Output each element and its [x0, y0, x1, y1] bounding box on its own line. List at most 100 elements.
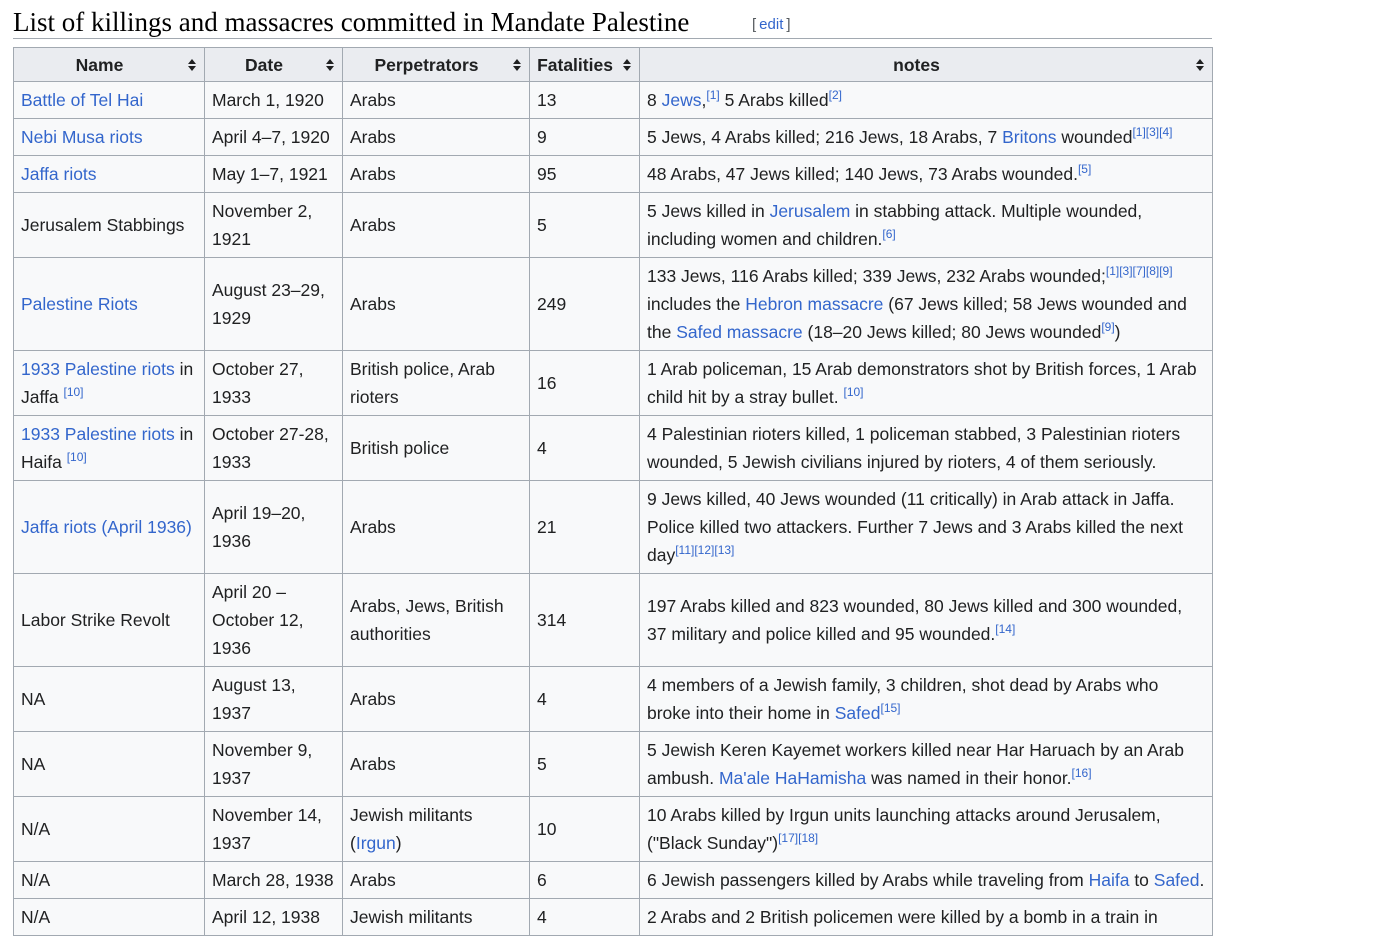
cell-text: 249 [537, 294, 567, 314]
table-row: Jerusalem Stabbings November 2, 1921 Arabs… [13, 192, 1213, 258]
citation-link[interactable]: [15] [880, 701, 900, 715]
table-row: Palestine Riots August 23–29, 1929 Arabs 24… [13, 257, 1213, 351]
cell-text: to [1129, 870, 1154, 890]
sort-icon[interactable] [513, 59, 521, 71]
wiki-link[interactable]: Hebron massacre [745, 294, 883, 314]
wiki-link[interactable]: Jews [662, 90, 702, 110]
header-row: Name Date Perpetrators Fatalities notes [13, 47, 1213, 82]
cell-text: 1 Arab policeman, 15 Arab demonstrators … [647, 359, 1197, 407]
perpetrators-cell: Arabs [342, 118, 530, 156]
fatalities-cell: 4 [529, 415, 640, 481]
table-row: N/A March 28, 1938 Arabs 6 6 Jewish passenge… [13, 861, 1213, 899]
column-header-name[interactable]: Name [13, 47, 205, 82]
edit-link[interactable]: edit [759, 16, 783, 33]
wiki-link[interactable]: Palestine Riots [21, 294, 138, 314]
wiki-link[interactable]: Jaffa riots (April 1936) [21, 517, 192, 537]
cell-text: 5 [537, 754, 547, 774]
notes-cell: 5 Jewish Keren Kayemet workers killed ne… [639, 731, 1213, 797]
cell-text: NA [21, 754, 46, 774]
notes-cell: 8 Jews,[1] 5 Arabs killed[2] [639, 81, 1213, 119]
column-header-notes[interactable]: notes [639, 47, 1213, 82]
cell-text: Arabs [350, 127, 396, 147]
date-cell: March 1, 1920 [204, 81, 343, 119]
perpetrators-cell: Arabs [342, 155, 530, 193]
citation: [9] [1101, 320, 1114, 334]
citation-link[interactable]: [17][18] [778, 831, 818, 845]
wiki-link[interactable]: Jerusalem [770, 201, 851, 221]
fatalities-cell: 21 [529, 480, 640, 574]
sort-icon[interactable] [1196, 59, 1204, 71]
citation-link[interactable]: [14] [995, 622, 1015, 636]
cell-text: 5 Jews killed in [647, 201, 770, 221]
wiki-link[interactable]: Haifa [1089, 870, 1130, 890]
name-cell: NA [13, 731, 205, 797]
column-header-perpetrators[interactable]: Perpetrators [342, 47, 530, 82]
citation-link[interactable]: [2] [829, 88, 842, 102]
cell-text: August 23–29, 1929 [212, 280, 325, 328]
wiki-link[interactable]: Jaffa riots [21, 164, 97, 184]
citation-link[interactable]: [16] [1072, 766, 1092, 780]
cell-text: NA [21, 689, 46, 709]
citation-link[interactable]: [5] [1078, 162, 1091, 176]
wiki-link[interactable]: Irgun [356, 833, 396, 853]
citation-link[interactable]: [1][3][4] [1132, 125, 1172, 139]
cell-text: Arabs [350, 689, 396, 709]
column-header-fatalities[interactable]: Fatalities [529, 47, 640, 82]
cell-text: 10 [537, 819, 557, 839]
citation: [14] [995, 622, 1015, 636]
table-row: N/A November 14, 1937 Jewish militants (Ir… [13, 796, 1213, 862]
cell-text: Arabs [350, 164, 396, 184]
wiki-link[interactable]: 1933 Palestine riots [21, 424, 175, 444]
date-cell: November 9, 1937 [204, 731, 343, 797]
wiki-link[interactable]: Nebi Musa riots [21, 127, 143, 147]
perpetrators-cell: Arabs [342, 861, 530, 899]
cell-text: 9 [537, 127, 547, 147]
cell-text: 133 Jews, 116 Arabs killed; 339 Jews, 23… [647, 266, 1106, 286]
citation-link[interactable]: [6] [882, 227, 895, 241]
wiki-link[interactable]: Ma'ale HaHamisha [719, 768, 866, 788]
wiki-link[interactable]: 1933 Palestine riots [21, 359, 175, 379]
name-cell: Jerusalem Stabbings [13, 192, 205, 258]
wiki-link[interactable]: Safed [1154, 870, 1200, 890]
cell-text: August 13, 1937 [212, 675, 296, 723]
cell-text: Jerusalem Stabbings [21, 215, 185, 235]
table-row: Jaffa riots (April 1936) April 19–20, 193… [13, 480, 1213, 574]
citation-link[interactable]: [10] [67, 450, 87, 464]
cell-text: November 9, 1937 [212, 740, 313, 788]
wiki-link[interactable]: Safed [835, 703, 881, 723]
cell-text: April 20 – October 12, 1936 [212, 582, 304, 658]
citation-link[interactable]: [1] [706, 88, 719, 102]
date-cell: April 19–20, 1936 [204, 480, 343, 574]
cell-text: Arabs [350, 870, 396, 890]
fatalities-cell: 16 [529, 350, 640, 416]
wiki-link[interactable]: Battle of Tel Hai [21, 90, 143, 110]
cell-text: 10 Arabs killed by Irgun units launching… [647, 805, 1161, 853]
wiki-link[interactable]: Safed massacre [676, 322, 802, 342]
wiki-link[interactable]: Britons [1002, 127, 1056, 147]
cell-text: Arabs [350, 215, 396, 235]
cell-text: November 14, 1937 [212, 805, 322, 853]
date-cell: November 2, 1921 [204, 192, 343, 258]
sort-icon[interactable] [623, 59, 631, 71]
column-header-date[interactable]: Date [204, 47, 343, 82]
citation-link[interactable]: [11][12][13] [675, 543, 734, 557]
cell-text: April 19–20, 1936 [212, 503, 306, 551]
table-body: Battle of Tel Hai March 1, 1920 Arabs 13 8 J… [13, 81, 1213, 936]
date-cell: May 1–7, 1921 [204, 155, 343, 193]
fatalities-cell: 4 [529, 666, 640, 732]
fatalities-cell: 249 [529, 257, 640, 351]
citation-link[interactable]: [10] [843, 385, 863, 399]
citation-link[interactable]: [1][3][7][8][9] [1106, 264, 1173, 278]
cell-text: Arabs [350, 294, 396, 314]
table-row: Battle of Tel Hai March 1, 1920 Arabs 13 8 J… [13, 81, 1213, 119]
notes-cell: 2 Arabs and 2 British policemen were kil… [639, 898, 1213, 936]
citation-link[interactable]: [9] [1101, 320, 1114, 334]
section-title: List of killings and massacres committed… [13, 7, 690, 37]
cell-text: Arabs [350, 754, 396, 774]
fatalities-cell: 5 [529, 192, 640, 258]
cell-text: Arabs [350, 90, 396, 110]
citation-link[interactable]: [10] [64, 385, 84, 399]
table-row: N/A April 12, 1938 Jewish militants 4 2 Arab… [13, 898, 1213, 936]
sort-icon[interactable] [326, 59, 334, 71]
sort-icon[interactable] [188, 59, 196, 71]
